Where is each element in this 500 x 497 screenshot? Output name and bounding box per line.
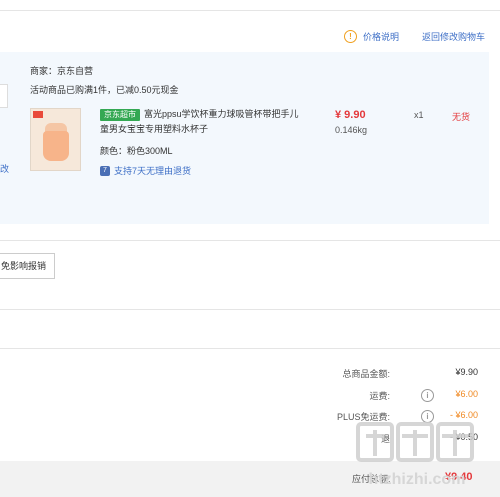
divider-invoice-bottom (0, 309, 500, 310)
brand-tag (33, 111, 43, 118)
jd-supermarket-badge: 京东超市 (100, 109, 140, 121)
price-note-link[interactable]: ! 价格说明 (344, 30, 399, 43)
summary-label: 运费: (369, 391, 390, 401)
summary-value: - ¥0.50 (449, 432, 478, 442)
order-header-bar: ! 价格说明 返回修改购物车 (0, 22, 500, 52)
plus-info-icon[interactable]: i (421, 410, 434, 423)
summary-value: ¥9.90 (455, 367, 478, 377)
cup-body (43, 131, 69, 161)
summary-row-plus: PLUS免运费: i - ¥6.00 (0, 410, 490, 426)
product-thumbnail[interactable] (30, 108, 81, 171)
summary-value: - ¥6.00 (449, 410, 478, 420)
stock-status: 无货 (452, 112, 471, 122)
divider-summary-top (0, 348, 500, 349)
summary-row-discount: 退 - ¥0.50 (0, 432, 490, 448)
modify-link-fragment[interactable]: 改 (0, 162, 9, 175)
product-color: 颜色：粉色300ML (100, 146, 173, 156)
payable-amount: ¥9.40 (445, 471, 473, 483)
back-to-cart-link[interactable]: 返回修改购物车 (422, 30, 485, 43)
summary-row-subtotal: 总商品金额: ¥9.90 (0, 367, 490, 383)
summary-label: 总商品金额: (342, 369, 390, 379)
item-quantity: x1 (414, 110, 424, 120)
product-title[interactable]: 京东超市 富光ppsu学饮杯重力球吸管杯带把手儿童男女宝宝专用塑料水杯子 (100, 107, 300, 137)
return-icon: 7 (100, 165, 110, 176)
summary-label: PLUS免运费: (336, 412, 390, 422)
delivery-option-box[interactable] (0, 84, 8, 108)
summary-row-shipping: 运费: i ¥6.00 (0, 389, 490, 405)
summary-value: ¥6.00 (455, 389, 478, 399)
shipping-info-icon[interactable]: i (421, 389, 434, 402)
item-weight: 0.146kg (335, 125, 368, 135)
payable-footer: 应付总额: ¥9.40 (0, 461, 500, 497)
top-divider (0, 10, 500, 11)
return-policy-text: 支持7天无理由退货 (114, 166, 192, 176)
item-price: ¥ 9.90 (335, 109, 366, 121)
summary-label: 退 (380, 434, 390, 444)
price-note-label: 价格说明 (363, 32, 400, 42)
divider-invoice-top (0, 240, 500, 241)
return-policy: 7 支持7天无理由退货 (100, 164, 191, 177)
invoice-button[interactable]: 免影响报销 (0, 253, 56, 279)
info-icon: ! (344, 30, 357, 43)
payable-label: 应付总额: (352, 474, 391, 484)
promo-text: 活动商品已购满1件，已减0.50元现金 (30, 85, 179, 95)
order-package-block: 改 商家：京东自营 活动商品已购满1件，已减0.50元现金 京东超市 富光ppsu… (0, 52, 489, 224)
seller-label: 商家：京东自营 (30, 66, 94, 76)
